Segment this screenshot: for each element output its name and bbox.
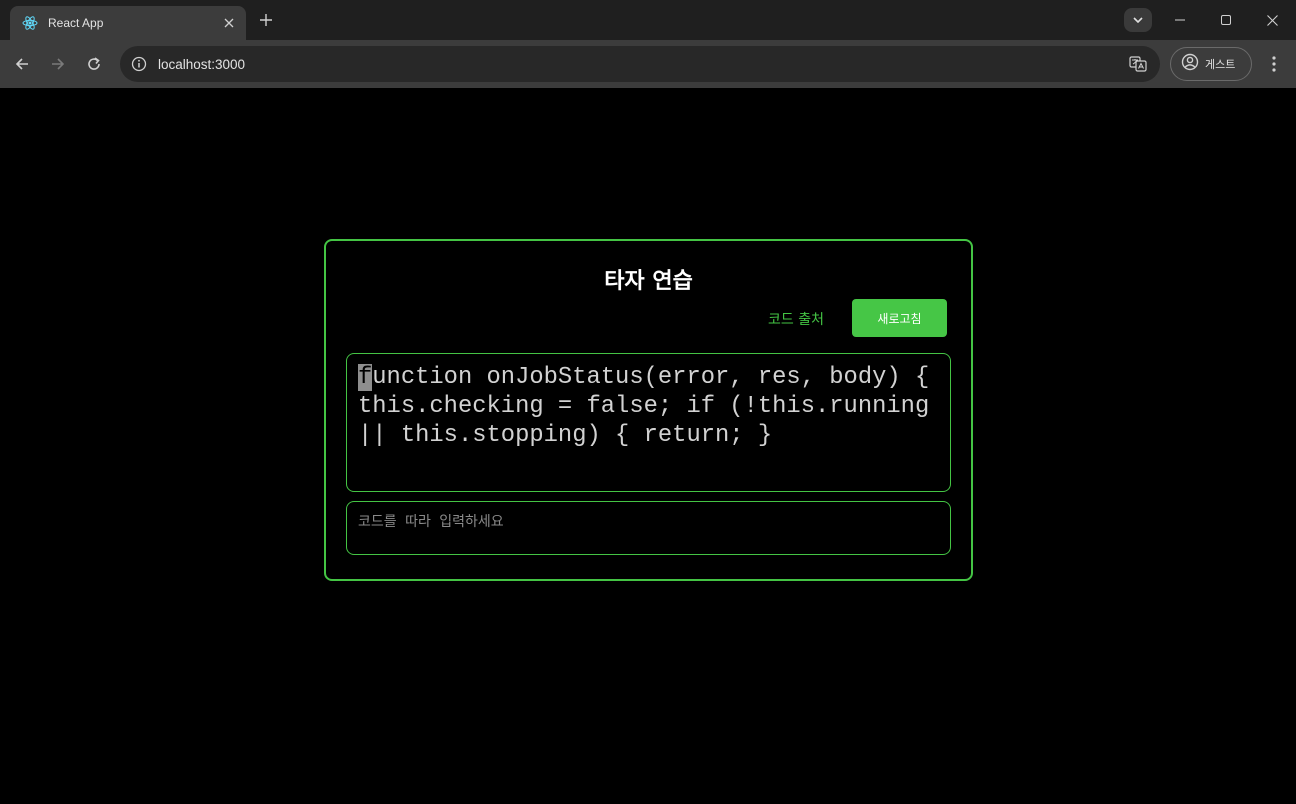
current-char-highlight: f — [358, 364, 373, 391]
browser-tab[interactable]: React App — [10, 6, 246, 40]
profile-icon — [1181, 53, 1199, 75]
code-display: function onJobStatus(error, res, body) {… — [346, 353, 951, 492]
browser-toolbar: localhost:3000 게스트 — [0, 40, 1296, 88]
code-text: unction onJobStatus(error, res, body) { … — [358, 364, 944, 449]
close-window-icon[interactable] — [1260, 8, 1284, 32]
page-viewport: 타자 연습 코드 출처 새로고침 function onJobStatus(er… — [0, 88, 1296, 804]
translate-icon[interactable] — [1128, 54, 1148, 74]
typing-input[interactable] — [358, 511, 939, 545]
back-arrow-icon[interactable] — [10, 52, 34, 76]
url-text[interactable]: localhost:3000 — [158, 57, 245, 72]
profile-label: 게스트 — [1205, 58, 1236, 71]
address-bar[interactable]: localhost:3000 — [120, 46, 1160, 82]
tab-title: React App — [48, 16, 104, 30]
typing-input-wrapper — [346, 501, 951, 555]
minimize-icon[interactable] — [1168, 8, 1192, 32]
profile-button[interactable]: 게스트 — [1170, 47, 1252, 81]
chevron-down-icon[interactable] — [1124, 8, 1152, 32]
react-favicon-icon — [22, 15, 38, 31]
typing-practice-card: 타자 연습 코드 출처 새로고침 function onJobStatus(er… — [324, 239, 973, 581]
plus-icon[interactable] — [256, 10, 276, 30]
more-vert-icon[interactable] — [1262, 52, 1286, 76]
info-icon[interactable] — [130, 55, 148, 73]
forward-arrow-icon[interactable] — [46, 52, 70, 76]
code-source-link[interactable]: 코드 출처 — [768, 309, 824, 329]
page-title: 타자 연습 — [604, 269, 693, 294]
refresh-button[interactable]: 새로고침 — [852, 299, 947, 337]
maximize-icon[interactable] — [1214, 8, 1238, 32]
close-icon[interactable] — [220, 14, 238, 32]
browser-tab-bar: React App — [0, 0, 1296, 40]
reload-icon[interactable] — [82, 52, 106, 76]
